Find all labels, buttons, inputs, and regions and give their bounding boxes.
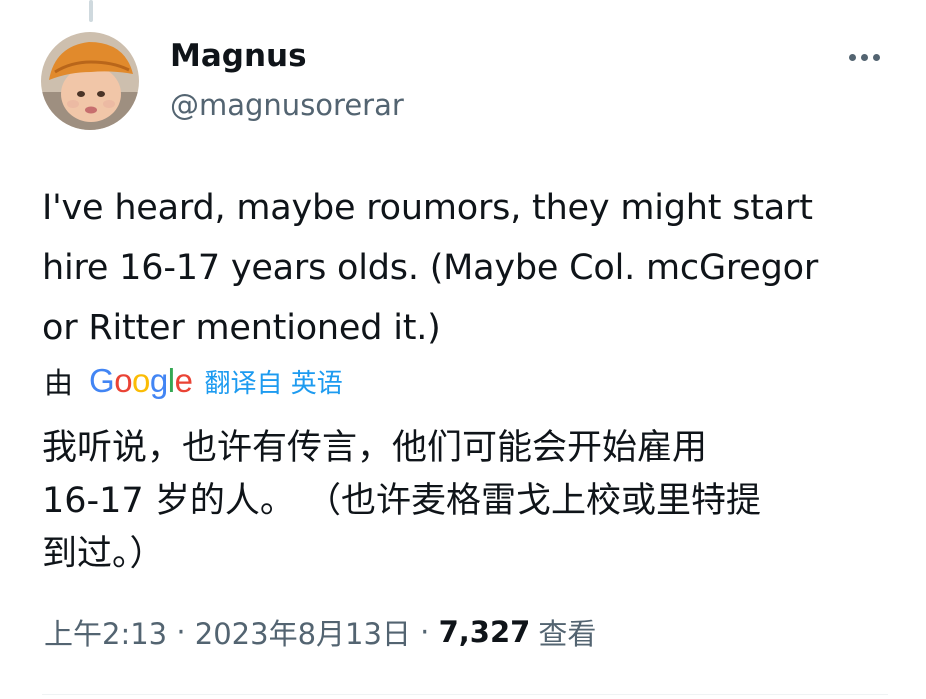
author-handle[interactable]: @magnusorerar (170, 86, 404, 124)
views-label: 查看 (538, 617, 597, 651)
thread-connector-line (89, 0, 93, 22)
translated-by-label: 由 (44, 366, 74, 400)
google-logo-letter: e (174, 362, 193, 399)
tweet-text-line: or Ritter mentioned it.) (42, 308, 441, 348)
translated-from-link[interactable]: 翻译自 英语 (204, 363, 342, 400)
more-horizontal-icon-dot (872, 53, 880, 61)
translated-text-line: 我听说，也许有传言，他们可能会开始雇用 (42, 428, 708, 468)
google-logo-letter: o (132, 362, 150, 399)
views-count: 7,327 (438, 615, 531, 649)
tweet-text-line: I've heard, maybe roumors, they might st… (42, 188, 813, 228)
meta-separator: · (410, 615, 439, 649)
translated-text: 我听说，也许有传言，他们可能会开始雇用 16-17 岁的人。 （也许麦格雷戈上校… (42, 422, 902, 581)
tweet-date[interactable]: 2023年8月13日 (195, 611, 411, 653)
google-logo: Google (89, 362, 193, 400)
google-logo-letter: o (114, 362, 133, 399)
meta-separator: · (167, 615, 195, 649)
google-logo-letter: l (167, 362, 175, 399)
tweet-time[interactable]: 上午2:13 (44, 611, 167, 653)
tweet-text: I've heard, maybe roumors, they might st… (42, 178, 902, 358)
more-options-button[interactable] (839, 42, 889, 72)
more-horizontal-icon-dot (860, 53, 868, 61)
google-logo-letter: G (89, 362, 115, 399)
google-logo-letter: g (149, 362, 168, 399)
avatar-child-orange-hat-icon (41, 32, 139, 130)
tweet-text-line: hire 16-17 years olds. (Maybe Col. mcGre… (42, 248, 819, 288)
translated-text-line: 到过。） (42, 534, 165, 574)
author-avatar[interactable] (41, 32, 139, 130)
author-display-name[interactable]: Magnus (170, 36, 307, 76)
translation-attribution: 由 Google 翻译自 英语 (44, 358, 343, 404)
translated-text-line: 16-17 岁的人。 （也许麦格雷戈上校或里特提 (42, 481, 761, 521)
tweet-meta: 上午2:13 · 2023年8月13日 · 7,327 查看 (44, 610, 596, 654)
more-horizontal-icon (848, 53, 856, 61)
divider (42, 694, 888, 695)
